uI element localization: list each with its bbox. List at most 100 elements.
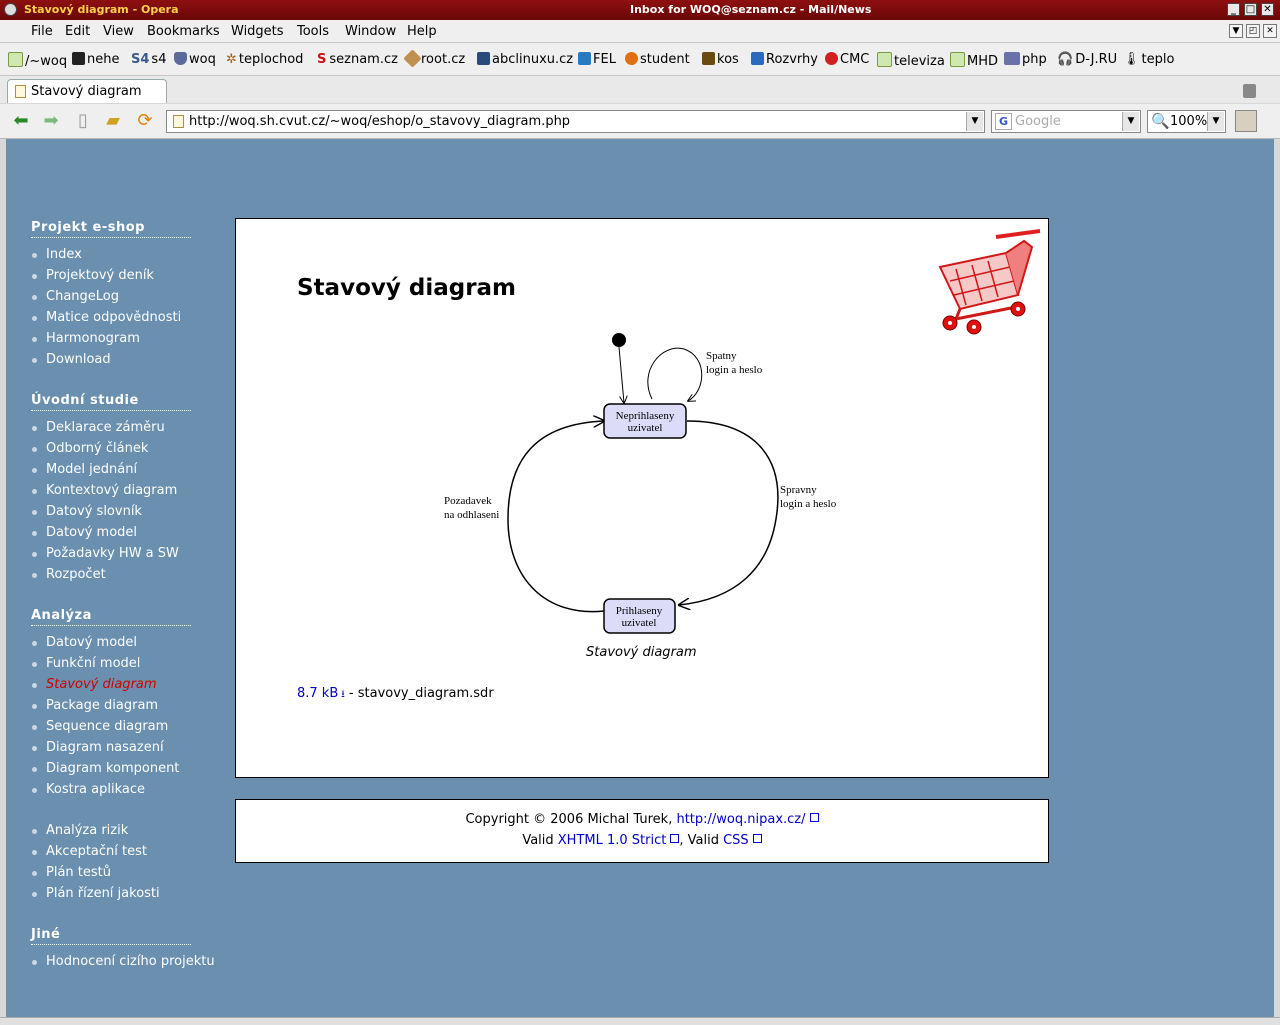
sidebar-item-datovy-slovnik[interactable]: Datový slovník <box>32 504 142 519</box>
state1-label-line2: uzivatel <box>628 422 663 434</box>
bookmark-kos[interactable]: kos <box>702 52 739 67</box>
bookmark-televiza[interactable]: televiza <box>877 52 945 69</box>
sidebar-item-akceptacni-test[interactable]: Akceptační test <box>32 844 147 859</box>
sidebar-item-index[interactable]: Index <box>32 247 82 262</box>
sidebar-item-plan-testu[interactable]: Plán testů <box>32 865 111 880</box>
zoom-value: 100% <box>1170 114 1208 129</box>
sidebar-item-harmonogram[interactable]: Harmonogram <box>32 331 140 346</box>
sidebar-item-plan-rizeni-jakosti[interactable]: Plán řízení jakosti <box>32 886 160 901</box>
state2-label-line1: Prihlaseny <box>616 605 663 617</box>
new-page-icon[interactable]: ▯ <box>72 110 94 132</box>
sidebar-item-stavovy-diagram[interactable]: Stavový diagram <box>32 677 157 692</box>
shopping-cart-icon <box>938 229 1041 335</box>
bookmark-mhd[interactable]: MHD <box>950 52 998 69</box>
sidebar-item-odborny-clanek[interactable]: Odborný článek <box>31 441 148 456</box>
menu-bookmarks[interactable]: Bookmarks <box>147 24 220 39</box>
zoom-dropdown-icon[interactable]: ▼ <box>1207 112 1224 131</box>
address-bar[interactable]: http://woq.sh.cvut.cz/~woq/eshop/o_stavo… <box>166 110 985 133</box>
address-dropdown-icon[interactable]: ▼ <box>966 112 983 131</box>
sidebar-item-diagram-komponent[interactable]: Diagram komponent <box>31 761 179 776</box>
close-icon[interactable]: ✕ <box>1261 3 1274 16</box>
bookmark-abclinuxu[interactable]: abclinuxu.cz <box>477 52 573 67</box>
initial-state-dot <box>612 333 626 347</box>
search-dropdown-icon[interactable]: ▼ <box>1122 112 1139 131</box>
external-link-icon <box>670 834 680 843</box>
footer-box: Copyright © 2006 Michal Turek, http://wo… <box>235 799 1049 863</box>
root-icon <box>403 49 422 68</box>
bookmark-dj-ru[interactable]: 🎧 D-J.RU <box>1057 52 1117 67</box>
open-folder-icon[interactable]: ▰ <box>102 110 124 132</box>
reload-icon[interactable]: ⟳ <box>134 110 156 132</box>
bookmark-student[interactable]: student <box>625 52 690 67</box>
sidebar-item-changelog[interactable]: ChangeLog <box>32 289 119 304</box>
menu-window[interactable]: Window <box>345 24 396 39</box>
close-page-icon[interactable]: ✕ <box>1263 24 1277 38</box>
back-icon[interactable]: ⬅ <box>10 110 32 132</box>
maximize-icon[interactable]: □ <box>1244 3 1257 16</box>
xhtml-link[interactable]: XHTML 1.0 Strict <box>558 833 667 848</box>
menu-tools[interactable]: Tools <box>297 24 329 39</box>
menu-view[interactable]: View <box>103 24 134 39</box>
bookmark-woq-home[interactable]: /~woq <box>8 52 67 69</box>
page-icon <box>173 115 184 128</box>
trash-icon[interactable] <box>1243 84 1256 98</box>
forward-icon[interactable]: ➡ <box>40 110 62 132</box>
bookmark-seznam[interactable]: Sseznam.cz <box>317 52 398 67</box>
panel-toggle-icon[interactable] <box>1235 110 1257 132</box>
sidebar-item-funkcni-model[interactable]: Funkční model <box>31 656 140 671</box>
sidebar-item-package-diagram[interactable]: Package diagram <box>31 698 158 713</box>
menu-edit[interactable]: Edit <box>65 24 90 39</box>
validity-line: Valid XHTML 1.0 Strict , Valid CSS <box>236 833 1048 848</box>
sidebar-item-kostra-aplikace[interactable]: Kostra aplikace <box>32 782 145 797</box>
bookmark-root[interactable]: root.cz <box>403 49 465 68</box>
bookmark-teplochod[interactable]: ✲ teplochod <box>226 52 303 67</box>
sidebar-item-deklarace[interactable]: Deklarace záměru <box>32 420 165 435</box>
bookmark-s4[interactable]: S4 s4 <box>131 52 166 67</box>
menubar-chevron-icon[interactable]: ▼ <box>1229 24 1243 38</box>
sidebar-item-kontextovy-diagram[interactable]: Kontextový diagram <box>31 483 177 498</box>
sidebar-item-download[interactable]: Download <box>32 352 111 367</box>
css-link[interactable]: CSS <box>723 833 749 848</box>
bookmark-teplo[interactable]: 🌡 teplo <box>1123 52 1174 67</box>
bookmark-woq[interactable]: woq <box>174 52 216 67</box>
minimize-icon[interactable]: _ <box>1227 3 1240 16</box>
sidebar-item-pozadavky[interactable]: Požadavky HW a SW <box>32 546 179 561</box>
sidebar-item-sequence-diagram[interactable]: Sequence diagram <box>31 719 168 734</box>
rozvrhy-icon <box>751 52 764 65</box>
sidebar-section-title: Analýza <box>31 608 191 626</box>
valid-text: Valid <box>522 833 554 848</box>
sidebar-item-datovy-model[interactable]: Datový model <box>31 525 137 540</box>
sidebar-item-matice[interactable]: Matice odpovědnosti <box>31 310 181 325</box>
tab-stavovy-diagram[interactable]: Stavový diagram <box>7 79 167 103</box>
bookmark-rozvrhy[interactable]: Rozvrhy <box>751 52 818 67</box>
bookmark-cmc[interactable]: CMC <box>825 52 869 67</box>
sidebar-item-diagram-nasazeni[interactable]: Diagram nasazení <box>32 740 164 755</box>
navigation-toolbar: ⬅ ➡ ▯ ▰ ⟳ http://woq.sh.cvut.cz/~woq/esh… <box>0 104 1280 139</box>
sidebar-item-hodnoceni[interactable]: Hodnocení cizího projektu <box>32 954 215 969</box>
shield-icon <box>174 52 187 65</box>
sidebar-item-analyza-rizik[interactable]: Analýza rizik <box>31 823 128 838</box>
download-line: 8.7 kB ⭳ - stavovy_diagram.sdr <box>297 686 494 704</box>
address-url: http://woq.sh.cvut.cz/~woq/eshop/o_stavo… <box>189 114 571 129</box>
seznam-icon: S <box>317 52 327 67</box>
other-window-title[interactable]: Inbox for WOQ@seznam.cz - Mail/News <box>630 3 871 16</box>
kos-icon <box>702 52 715 65</box>
download-link[interactable]: 8.7 kB ⭳ <box>297 686 345 701</box>
bookmark-php[interactable]: php <box>1004 52 1047 67</box>
bookmark-nehe[interactable]: nehe <box>72 52 119 67</box>
page-title: Stavový diagram <box>297 275 517 301</box>
bookmark-fel[interactable]: FEL <box>578 52 616 67</box>
site-link[interactable]: http://woq.nipax.cz/ <box>676 812 805 827</box>
sidebar-item-projektovy-denik[interactable]: Projektový deník <box>32 268 154 283</box>
restore-page-icon[interactable]: ◰ <box>1246 24 1260 38</box>
zoom-select[interactable]: 🔍 100% ▼ <box>1147 110 1226 133</box>
sidebar-item-datovy-model-analyza[interactable]: Datový model <box>31 635 137 650</box>
menu-file[interactable]: File <box>31 24 53 39</box>
menu-help[interactable]: Help <box>407 24 437 39</box>
copyright-line: Copyright © 2006 Michal Turek, http://wo… <box>236 812 1048 827</box>
sidebar-item-model-jednani[interactable]: Model jednání <box>31 462 137 477</box>
search-input[interactable]: G Google ▼ <box>991 110 1141 133</box>
sidebar-item-rozpocet[interactable]: Rozpočet <box>32 567 106 582</box>
menu-widgets[interactable]: Widgets <box>231 24 284 39</box>
opera-app-icon[interactable] <box>4 3 17 16</box>
